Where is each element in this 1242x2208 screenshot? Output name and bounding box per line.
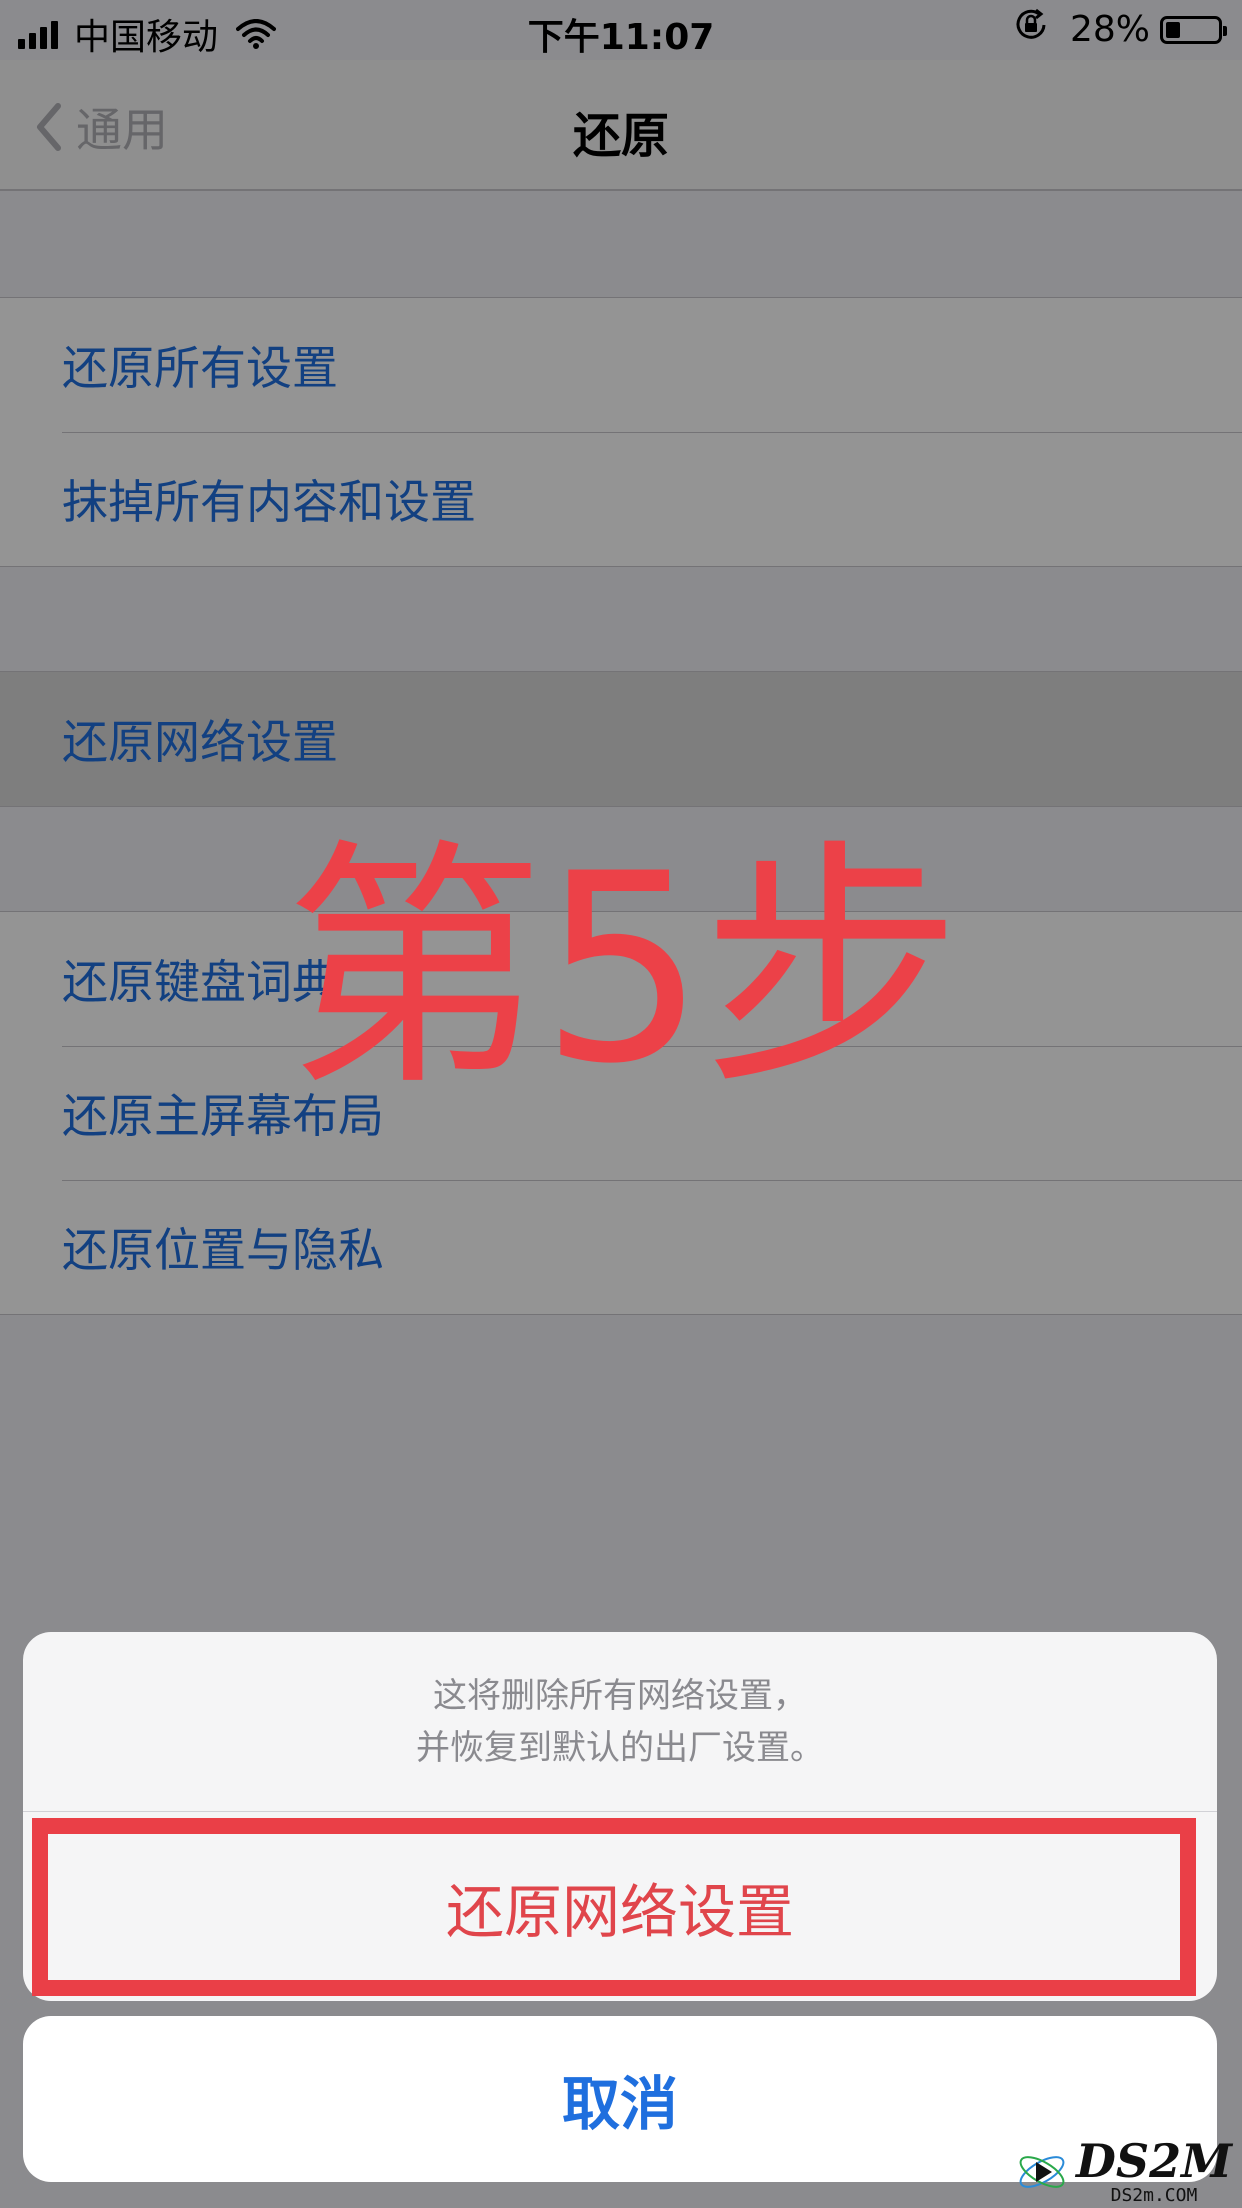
step-annotation: 第5步 <box>284 819 961 1121</box>
message-line-2: 并恢复到默认的出厂设置。 <box>416 1727 824 1768</box>
highlight-box-annotation <box>32 1818 1196 1996</box>
action-sheet-message: 这将删除所有网络设置， 并恢复到默认的出厂设置。 <box>23 1632 1217 1812</box>
logo-mark-icon <box>1019 2155 1065 2188</box>
logo-sub-text: DS2m.COM <box>1110 2185 1198 2206</box>
logo-main-text: DS2M <box>1075 2134 1232 2188</box>
logo-text: DS2M DS2m.COM <box>1076 2137 1232 2206</box>
message-line-1: 这将删除所有网络设置， <box>433 1675 807 1716</box>
site-logo: DS2M DS2m.COM <box>1014 2137 1232 2206</box>
